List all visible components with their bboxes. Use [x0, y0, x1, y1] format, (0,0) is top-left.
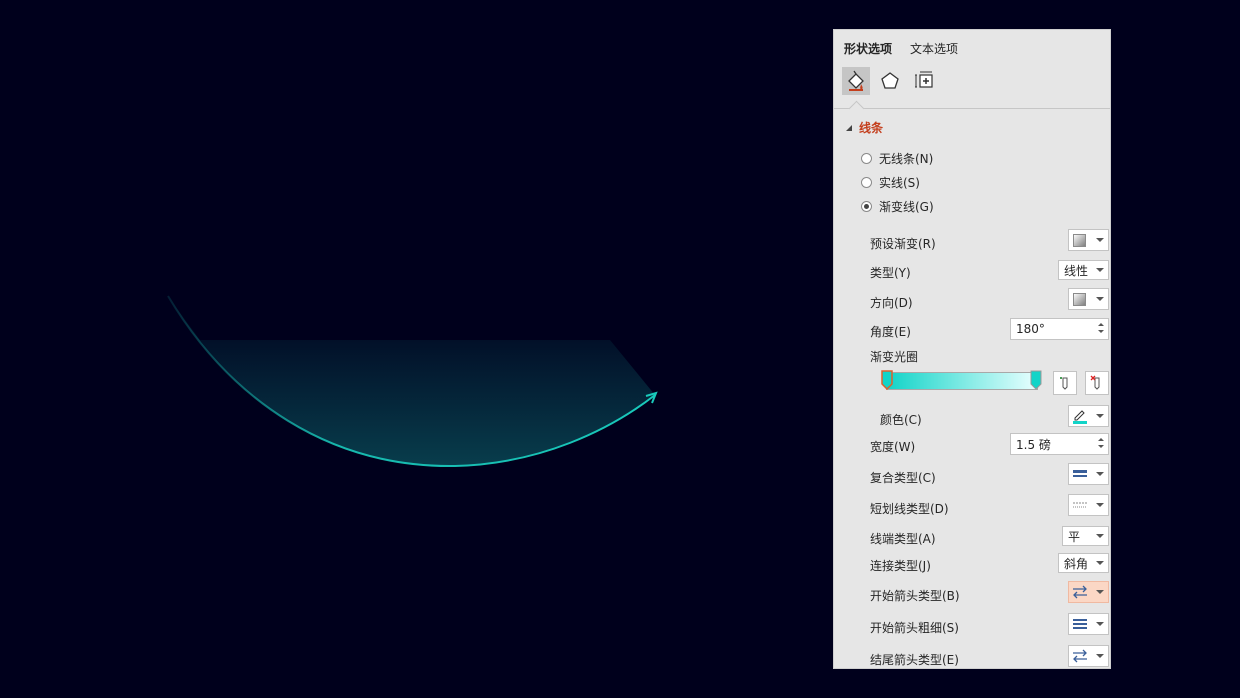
gradient-stops-bar[interactable]: [886, 372, 1038, 390]
collapse-triangle-icon: [846, 124, 852, 131]
radio-solid-line[interactable]: 实线(S): [861, 174, 920, 191]
chevron-down-icon: [1096, 472, 1104, 476]
gradient-stop-handle[interactable]: [881, 370, 893, 391]
gradient-swatch-icon: [1073, 292, 1086, 306]
preset-gradient-label: 预设渐变(R): [870, 237, 936, 251]
section-line-header[interactable]: 线条: [846, 119, 883, 136]
angle-label: 角度(E): [870, 325, 911, 339]
chevron-down-icon: [1096, 503, 1104, 507]
radio-label: 实线(S): [879, 176, 920, 190]
chevron-down-icon: [1096, 268, 1104, 272]
join-type-label: 连接类型(J): [870, 559, 931, 573]
color-dropdown[interactable]: [1068, 405, 1109, 427]
fill-line-icon[interactable]: [842, 67, 870, 95]
effects-pentagon-icon[interactable]: [876, 67, 904, 95]
dash-type-label: 短划线类型(D): [870, 502, 949, 516]
compound-lines-icon: [1072, 470, 1087, 477]
color-label: 颜色(C): [880, 413, 922, 427]
remove-stop-icon[interactable]: [1085, 371, 1109, 395]
compound-type-label: 复合类型(C): [870, 471, 936, 485]
tab-shape-options[interactable]: 形状选项: [844, 40, 892, 57]
end-arrow-type-label: 结尾箭头类型(E): [870, 653, 959, 667]
direction-dropdown[interactable]: [1068, 288, 1109, 310]
arc-glow-fill: [168, 296, 655, 467]
radio-button[interactable]: [861, 153, 872, 164]
pen-color-icon: [1072, 410, 1087, 424]
begin-arrow-size-label: 开始箭头粗细(S): [870, 621, 959, 635]
chevron-down-icon: [1096, 414, 1104, 418]
category-icons: [842, 67, 938, 95]
tab-notch: [848, 100, 865, 117]
tab-separator: [834, 108, 1110, 109]
dash-type-dropdown[interactable]: [1068, 494, 1109, 516]
panel-tabs: 形状选项 文本选项: [844, 40, 958, 57]
arrow-type-icon: [1072, 649, 1087, 663]
join-type-select[interactable]: 斜角: [1058, 553, 1109, 573]
chevron-down-icon: [1096, 238, 1104, 242]
arrow-type-icon: [1072, 585, 1087, 599]
width-value: 1.5 磅: [1016, 437, 1051, 452]
radio-button[interactable]: [861, 177, 872, 188]
chevron-down-icon: [1096, 622, 1104, 626]
section-title: 线条: [859, 121, 884, 135]
gradient-stop-handle[interactable]: [1030, 370, 1042, 390]
width-label: 宽度(W): [870, 440, 916, 454]
format-shape-panel: 形状选项 文本选项 线条 无线条(N) 实线(S) 渐变线(G) 预设渐变(R)…: [833, 29, 1111, 669]
compound-type-dropdown[interactable]: [1068, 463, 1109, 485]
radio-label: 无线条(N): [879, 152, 934, 166]
radio-no-line[interactable]: 无线条(N): [861, 150, 933, 167]
radio-gradient-line[interactable]: 渐变线(G): [861, 198, 934, 215]
width-spinner[interactable]: 1.5 磅: [1010, 433, 1109, 455]
angle-value: 180°: [1016, 322, 1045, 336]
tab-text-options[interactable]: 文本选项: [910, 40, 958, 57]
size-properties-icon[interactable]: [910, 67, 938, 95]
cap-type-label: 线端类型(A): [870, 532, 936, 546]
cap-type-value: 平: [1068, 529, 1081, 544]
type-label: 类型(Y): [870, 266, 911, 280]
type-select[interactable]: 线性: [1058, 260, 1109, 280]
preset-gradient-dropdown[interactable]: [1068, 229, 1109, 251]
chevron-down-icon: [1096, 654, 1104, 658]
type-value: 线性: [1064, 263, 1089, 278]
begin-arrow-type-dropdown[interactable]: [1068, 581, 1109, 603]
gradient-stops-label: 渐变光圈: [870, 350, 919, 364]
cap-type-select[interactable]: 平: [1062, 526, 1109, 546]
add-stop-icon[interactable]: [1053, 371, 1077, 395]
chevron-down-icon: [1096, 297, 1104, 301]
begin-arrow-size-dropdown[interactable]: [1068, 613, 1109, 635]
end-arrow-type-dropdown[interactable]: [1068, 645, 1109, 667]
gradient-swatch-icon: [1073, 233, 1086, 247]
spin-arrows-icon[interactable]: [1098, 438, 1104, 448]
chevron-down-icon: [1096, 561, 1104, 565]
radio-button[interactable]: [861, 201, 872, 212]
arrow-size-icon: [1072, 619, 1087, 629]
spin-arrows-icon[interactable]: [1098, 323, 1104, 333]
dash-lines-icon: [1072, 502, 1087, 508]
direction-label: 方向(D): [870, 296, 913, 310]
chevron-down-icon: [1096, 534, 1104, 538]
join-type-value: 斜角: [1064, 556, 1089, 571]
angle-spinner[interactable]: 180°: [1010, 318, 1109, 340]
begin-arrow-type-label: 开始箭头类型(B): [870, 589, 960, 603]
radio-label: 渐变线(G): [879, 200, 934, 214]
chevron-down-icon: [1096, 590, 1104, 594]
